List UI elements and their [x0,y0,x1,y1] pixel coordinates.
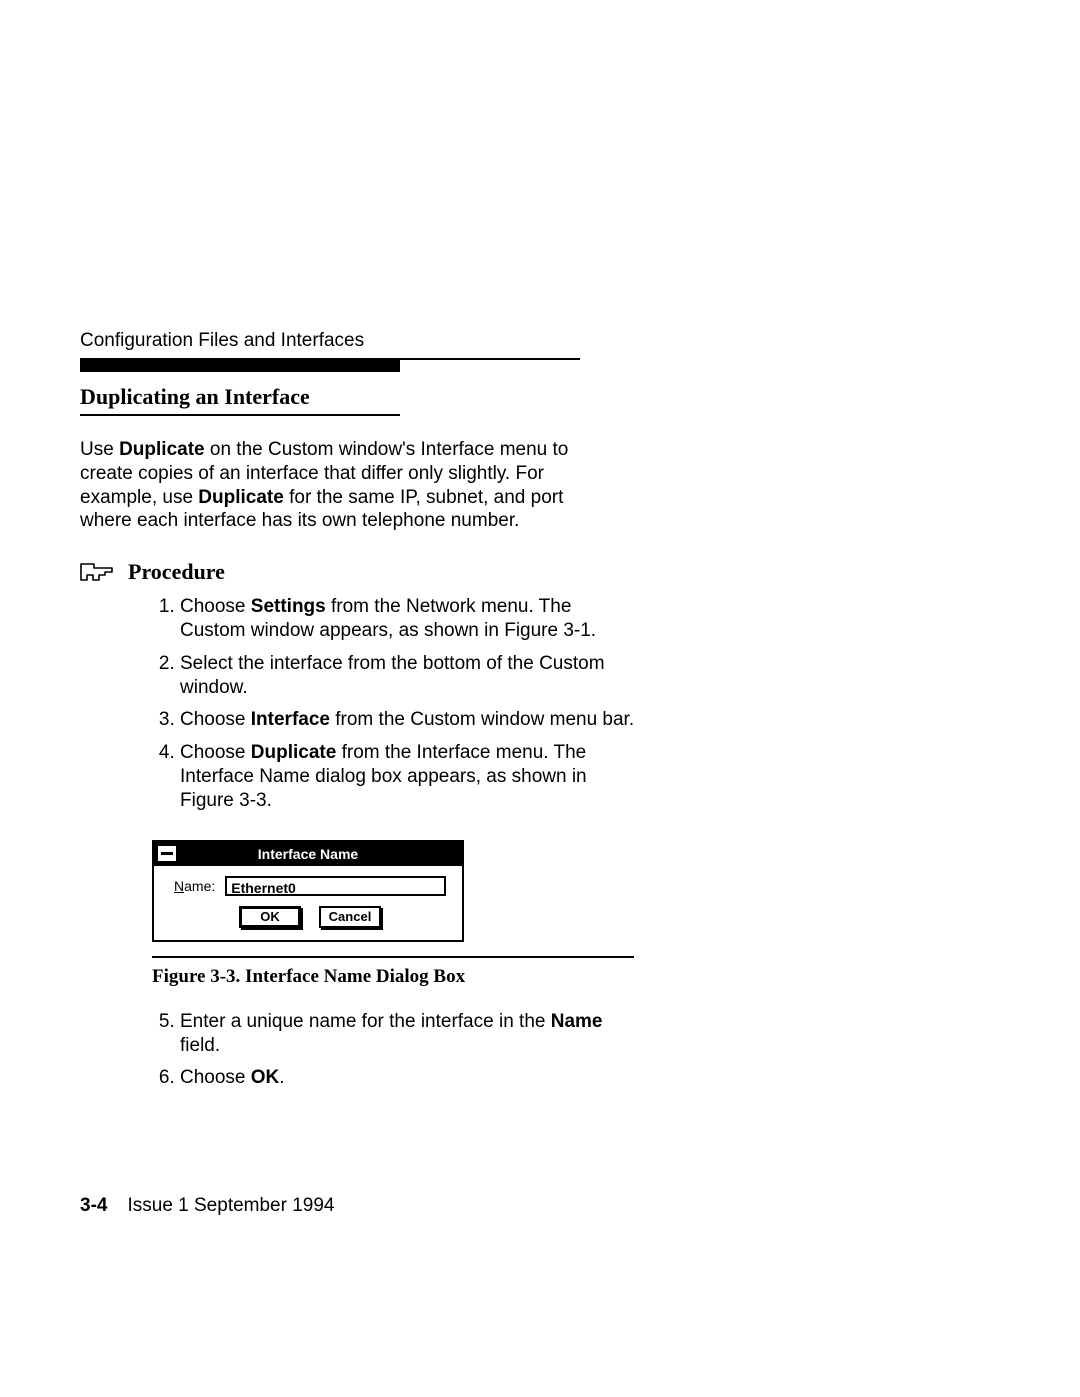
document-page: Configuration Files and Interfaces Dupli… [0,0,1080,1397]
name-field-label: Name: [174,878,215,894]
text: Enter a unique name for the interface in… [180,1011,551,1032]
name-field-row: Name: Ethernet0 [174,876,446,896]
procedure-label: Procedure [128,559,225,585]
mnemonic: N [174,878,184,894]
dialog-button-row: OK Cancel [174,906,446,928]
bold-text: Duplicate [119,439,205,460]
step-5: Enter a unique name for the interface in… [180,1010,640,1059]
bold-text: Duplicate [198,487,284,508]
step-4: Choose Duplicate from the Interface menu… [180,741,640,814]
interface-name-dialog: Interface Name Name: Ethernet0 OK Cancel [152,840,464,942]
step-2: Select the interface from the bottom of … [180,652,640,701]
figure-caption: Figure 3-3. Interface Name Dialog Box [152,966,960,988]
running-head: Configuration Files and Interfaces [80,330,960,352]
pointing-hand-icon [80,561,114,583]
page-number: 3-4 [80,1195,107,1216]
step-3: Choose Interface from the Custom window … [180,708,640,732]
text: from the Custom window menu bar. [330,709,634,730]
text: Use [80,439,119,460]
bold-text: OK [251,1067,280,1088]
text: field. [180,1035,220,1056]
system-menu-icon[interactable] [157,845,177,862]
section-heading: Duplicating an Interface [80,384,960,410]
issue-date: Issue 1 September 1994 [127,1195,334,1216]
text: Choose [180,1067,251,1088]
text: Choose [180,596,251,617]
procedure-steps-1: Choose Settings from the Network menu. T… [80,595,960,814]
bold-text: Interface [251,709,330,730]
bold-text: Duplicate [251,742,337,763]
bold-text: Settings [251,596,326,617]
figure-3-3: Interface Name Name: Ethernet0 OK Cancel [152,840,960,942]
intro-paragraph: Use Duplicate on the Custom window's Int… [80,438,600,533]
page-footer: 3-4 Issue 1 September 1994 [80,1195,335,1217]
step-1: Choose Settings from the Network menu. T… [180,595,640,644]
text: ame: [184,878,215,894]
head-thick-bar [80,360,400,372]
cancel-button[interactable]: Cancel [319,906,381,928]
step-6: Choose OK. [180,1066,640,1090]
figure-rule [152,956,634,958]
text: . [279,1067,284,1088]
name-input[interactable]: Ethernet0 [225,876,446,896]
text: Choose [180,709,251,730]
dialog-body: Name: Ethernet0 OK Cancel [154,866,462,940]
bold-text: Name [551,1011,603,1032]
ok-button[interactable]: OK [239,906,301,928]
procedure-steps-2: Enter a unique name for the interface in… [80,1010,960,1091]
section-underline [80,414,400,416]
dialog-titlebar[interactable]: Interface Name [154,842,462,866]
procedure-heading-row: Procedure [80,559,960,585]
text: Choose [180,742,251,763]
dialog-title: Interface Name [258,846,358,862]
